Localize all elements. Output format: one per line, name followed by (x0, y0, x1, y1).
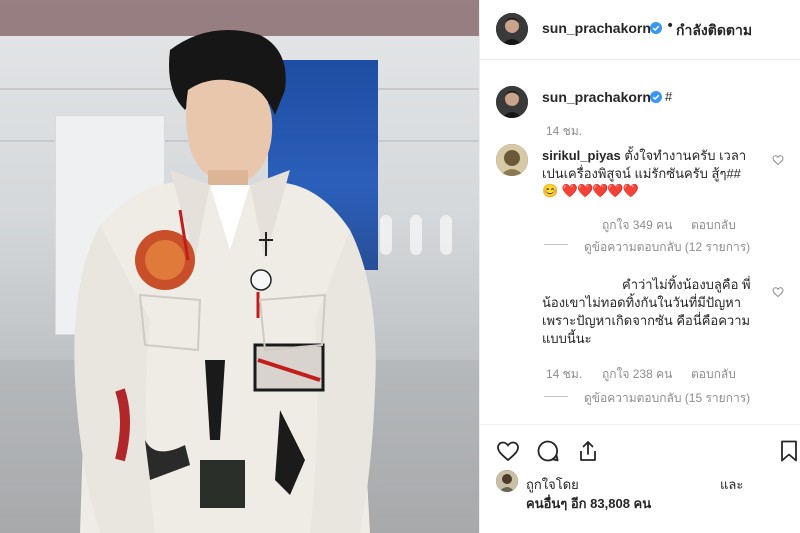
comment-text-line: ตั้งใจทำงานครับ เวลา (624, 148, 747, 163)
following-button[interactable]: กำลังติดตาม (676, 20, 752, 42)
commenter-avatar[interactable] (496, 144, 528, 176)
verified-badge-icon (650, 22, 662, 34)
caption-author-avatar[interactable] (496, 86, 528, 118)
share-upload-icon[interactable] (576, 439, 600, 463)
comment-text-line: เพราะปัญหาเกิดจากซัน คือนี่คือความ (542, 313, 751, 328)
caption-text: # (665, 89, 673, 104)
photo-person-illustration (74, 30, 376, 533)
liker-avatar[interactable] (496, 470, 518, 492)
view-replies-link[interactable]: ดูข้อความตอบกลับ (12 รายการ) (584, 238, 750, 257)
comment-bubble-icon[interactable] (536, 439, 560, 463)
liked-by-and: และ (720, 477, 744, 492)
comment-body: sirikul_piyas ตั้งใจทำงานครับ เวลา (542, 147, 758, 165)
post-detail-panel: sun_prachakorn • กำลังติดตาม sun_prachak… (479, 0, 800, 533)
photo-rail (410, 215, 422, 255)
comment-text-line: น้องเขาไม่ทอดทิ้งกันในวันที่มีปัญหา (542, 295, 742, 310)
author-avatar[interactable] (496, 13, 528, 45)
comment-like-count[interactable]: ถูกใจ 238 คน (602, 365, 672, 384)
comment-like-heart-icon[interactable] (772, 286, 784, 298)
comment-username[interactable]: sirikul_piyas (542, 148, 621, 163)
post-actions-bar (480, 424, 800, 474)
verified-badge-icon (650, 91, 662, 103)
comment-text-line: แบบนี้นะ (542, 331, 592, 346)
heart-outline-icon[interactable] (496, 439, 520, 463)
replies-divider (544, 244, 568, 245)
replies-divider (544, 396, 568, 397)
bookmark-icon[interactable] (777, 439, 800, 463)
comment-emoji-line: 😊 ❤️❤️❤️❤️❤️ (542, 182, 772, 200)
comment-text-line: เปนเครื่องพิสูจน์ แม่รักซันครับ สู้ๆ## (542, 166, 741, 181)
author-username[interactable]: sun_prachakorn (542, 20, 651, 36)
liked-by-label: ถูกใจโดย (526, 477, 579, 492)
caption-username[interactable]: sun_prachakorn (542, 89, 651, 105)
comment-timestamp: 14 ชม. (546, 367, 583, 381)
header-separator: • (666, 18, 675, 34)
comment-like-heart-icon[interactable] (772, 154, 784, 166)
comment-reply-button[interactable]: ตอบกลับ (691, 365, 736, 384)
comment-reply-button[interactable]: ตอบกลับ (691, 216, 736, 235)
comment-text-line: คำว่าไม่ทิ้งน้องบลูคือ พี่ (622, 277, 751, 292)
post-header: sun_prachakorn • กำลังติดตาม (480, 0, 800, 60)
likes-count-link[interactable]: คนอื่นๆ อีก 83,808 คน (526, 493, 651, 514)
view-replies-link[interactable]: ดูข้อความตอบกลับ (15 รายการ) (584, 389, 750, 408)
post-photo[interactable] (0, 0, 479, 533)
photo-rail (380, 215, 392, 255)
comment-like-count[interactable]: ถูกใจ 349 คน (602, 216, 672, 235)
caption-timestamp: 14 ชม. (546, 124, 583, 138)
smile-emoji-icon: 😊 (542, 183, 559, 198)
heart-emojis: ❤️❤️❤️❤️❤️ (561, 183, 639, 198)
photo-rail (440, 215, 452, 255)
